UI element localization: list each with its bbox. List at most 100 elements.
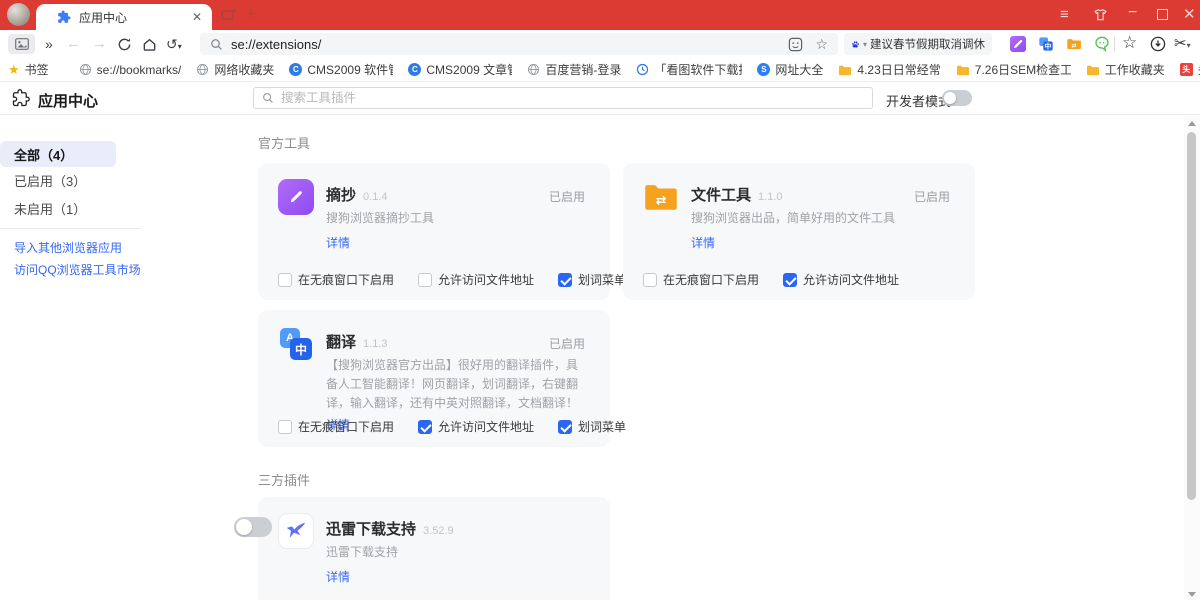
bookmarks-root[interactable]: ★ 书签: [8, 61, 49, 78]
puzzle-favicon-icon: [57, 10, 71, 24]
detail-link[interactable]: 详情: [326, 234, 350, 251]
vertical-scrollbar[interactable]: [1184, 116, 1200, 600]
plugin-search-box[interactable]: [253, 87, 873, 109]
sidebar-filter-disabled[interactable]: 未启用（1）: [14, 199, 86, 218]
reload-icon[interactable]: [117, 37, 132, 52]
extension-name: 迅雷下载支持: [326, 518, 416, 539]
checkbox[interactable]: [643, 273, 657, 287]
extension-name: 文件工具: [691, 184, 751, 205]
maximize-icon[interactable]: [1157, 9, 1168, 20]
extension-description: 搜狗浏览器摘抄工具: [326, 209, 582, 228]
checkbox[interactable]: [418, 273, 432, 287]
bookmark-item[interactable]: 网络收藏夹: [196, 61, 274, 78]
extension-card-thunder: 迅雷下载支持 3.52.9 迅雷下载支持 详情: [258, 497, 610, 600]
minimize-icon[interactable]: −: [1128, 4, 1137, 22]
bookmark-label: CMS2009 文章管: [426, 61, 512, 78]
bookmark-item[interactable]: 4.23日日常经常: [838, 61, 940, 78]
checkbox[interactable]: [418, 420, 432, 434]
hot-search-chip[interactable]: ▾ 建议春节假期取消调休: [844, 33, 992, 55]
bookmark-item[interactable]: 百度营销-登录: [527, 61, 621, 78]
screenshot-scissors-icon[interactable]: ✂▾: [1174, 34, 1191, 52]
detail-link[interactable]: 详情: [326, 568, 350, 585]
bookmark-item[interactable]: CCMS2009 软件管: [289, 61, 393, 78]
tab-close-icon[interactable]: ✕: [192, 11, 202, 23]
menu-icon[interactable]: ≡: [1060, 6, 1069, 23]
extension-version: 3.52.9: [423, 525, 454, 537]
developer-mode-label: 开发者模式: [886, 91, 951, 110]
bookmark-item[interactable]: 7.26日SEM检查工: [956, 61, 1071, 78]
home-icon[interactable]: [142, 37, 157, 52]
scroll-down-icon[interactable]: [1188, 592, 1196, 597]
import-extensions-link[interactable]: 导入其他浏览器应用: [14, 239, 122, 256]
word-menu-option[interactable]: 划词菜单: [558, 271, 626, 288]
detail-link[interactable]: 详情: [691, 234, 715, 251]
sidebar-divider: [0, 228, 142, 229]
title-bar: 应用中心 ✕ + ≡ − ✕: [0, 0, 1200, 30]
qq-market-link[interactable]: 访问QQ浏览器工具市场: [14, 261, 141, 278]
bookmark-label: se://bookmarks/: [97, 63, 182, 77]
checkbox[interactable]: [558, 420, 572, 434]
incognito-option[interactable]: 在无痕窗口下启用: [643, 271, 759, 288]
section-title-thirdparty: 三方插件: [258, 470, 310, 489]
puzzle-icon: [12, 89, 30, 107]
bookmark-item[interactable]: 头头条号: [1180, 61, 1200, 78]
checkbox[interactable]: [558, 273, 572, 287]
translate-icon: A中: [278, 326, 314, 362]
checkbox[interactable]: [783, 273, 797, 287]
bookmarks-bar: ★ 书签 se://bookmarks/ 网络收藏夹 CCMS2009 软件管 …: [0, 58, 1200, 82]
extension-name: 翻译: [326, 331, 356, 352]
bookmark-label: 书签: [25, 61, 49, 78]
recently-closed-icon[interactable]: [221, 8, 236, 21]
extension-options: 在无痕窗口下启用 允许访问文件地址: [643, 271, 899, 288]
incognito-option[interactable]: 在无痕窗口下启用: [278, 418, 394, 435]
download-icon[interactable]: [1150, 36, 1166, 52]
new-tab-icon[interactable]: +: [246, 4, 256, 24]
favorites-star-icon[interactable]: ☆: [1122, 33, 1137, 53]
baidu-paw-icon: [851, 38, 860, 51]
bookmark-label: CMS2009 软件管: [307, 61, 393, 78]
globe-icon: [196, 63, 209, 76]
reader-mode-icon[interactable]: [788, 37, 803, 52]
close-window-icon[interactable]: ✕: [1183, 5, 1196, 23]
bookmark-item[interactable]: se://bookmarks/: [79, 63, 182, 77]
expand-toolbar-icon[interactable]: »: [45, 35, 53, 53]
bookmark-item[interactable]: S网址大全: [757, 61, 823, 78]
developer-mode-toggle[interactable]: [942, 90, 972, 106]
file-access-option[interactable]: 允许访问文件地址: [418, 271, 534, 288]
file-access-option[interactable]: 允许访问文件地址: [418, 418, 534, 435]
hot-search-text: 建议春节假期取消调休: [870, 36, 985, 52]
bookmark-label: 网络收藏夹: [214, 61, 274, 78]
checkbox[interactable]: [278, 420, 292, 434]
forward-icon[interactable]: →: [92, 35, 107, 53]
sidebar-filter-enabled[interactable]: 已启用（3）: [14, 171, 86, 190]
back-icon[interactable]: ←: [66, 35, 81, 53]
user-avatar[interactable]: [7, 3, 30, 26]
extension-description: 迅雷下载支持: [326, 543, 582, 562]
browser-tab[interactable]: 应用中心 ✕: [36, 4, 212, 30]
incognito-option[interactable]: 在无痕窗口下启用: [278, 271, 394, 288]
checkbox[interactable]: [278, 273, 292, 287]
extension-excerpt-icon[interactable]: [1010, 36, 1026, 52]
scroll-up-icon[interactable]: [1188, 121, 1196, 126]
extension-green-icon[interactable]: [1094, 36, 1110, 52]
plugin-search-input[interactable]: [281, 91, 864, 105]
address-input[interactable]: [231, 37, 788, 52]
address-bar[interactable]: ☆: [200, 33, 838, 55]
file-access-option[interactable]: 允许访问文件地址: [783, 271, 899, 288]
word-menu-option[interactable]: 划词菜单: [558, 418, 626, 435]
enable-toggle[interactable]: [234, 517, 272, 537]
bookmark-item[interactable]: 「看图软件下载排: [636, 61, 742, 78]
bookmark-item[interactable]: CCMS2009 文章管: [408, 61, 512, 78]
extension-translate-icon[interactable]: 中: [1038, 36, 1054, 52]
extension-file-icon[interactable]: ⇄: [1066, 36, 1082, 52]
mini-page-button[interactable]: [8, 34, 35, 54]
svg-text:⇄: ⇄: [656, 193, 667, 208]
bookmark-star-icon[interactable]: ☆: [815, 36, 828, 53]
page-title: 应用中心: [38, 90, 98, 111]
theme-shirt-icon[interactable]: [1092, 7, 1109, 23]
restore-session-icon[interactable]: ↺▾: [166, 35, 182, 56]
scrollbar-thumb[interactable]: [1187, 132, 1196, 500]
sidebar-filter-all[interactable]: 全部（4）: [0, 141, 116, 167]
bookmark-item[interactable]: 工作收藏夹: [1086, 61, 1165, 78]
status-badge: 已启用: [549, 335, 585, 352]
